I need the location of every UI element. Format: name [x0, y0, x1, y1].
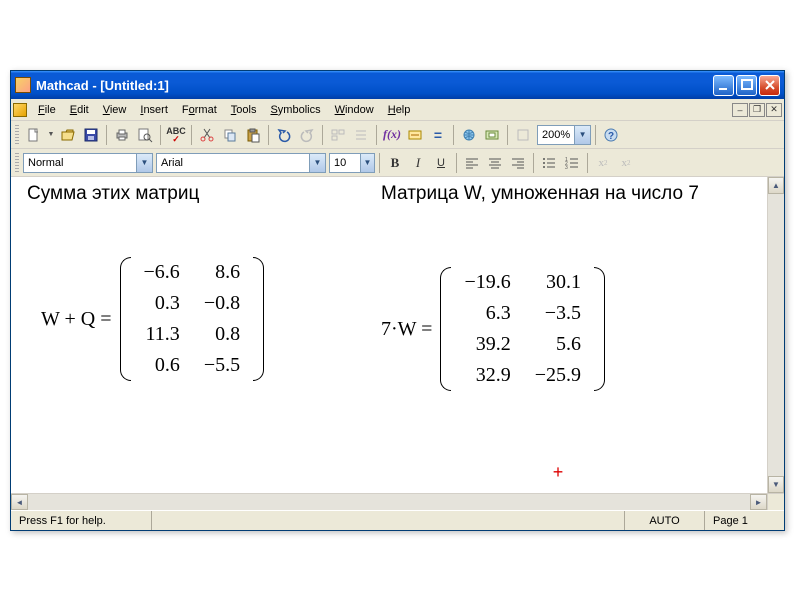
svg-text:3: 3 — [565, 165, 568, 171]
left-paren-icon — [438, 267, 452, 391]
scroll-track[interactable] — [768, 194, 784, 476]
cut-button[interactable] — [196, 124, 218, 146]
toolbar-grip[interactable] — [15, 125, 19, 145]
zoom-combo[interactable]: 200% ▼ — [537, 125, 591, 145]
menu-file[interactable]: File — [31, 102, 63, 118]
lhs-wplusq: W + Q = — [41, 308, 118, 331]
align-right-button[interactable] — [507, 152, 529, 174]
size-combo[interactable]: 10 ▼ — [329, 153, 375, 173]
menu-view[interactable]: View — [96, 102, 134, 118]
chevron-down-icon[interactable]: ▼ — [309, 154, 325, 172]
paste-button[interactable] — [242, 124, 264, 146]
italic-button[interactable]: I — [407, 152, 429, 174]
chevron-down-icon[interactable]: ▼ — [136, 154, 152, 172]
equation-wplusq[interactable]: W + Q = −6.68.6 0.3−0.8 11.30.8 0.6−5.5 — [41, 257, 266, 381]
standard-toolbar: ▼ ABC✓ f(x) = 200% ▼ ? — [11, 121, 784, 149]
format-toolbar: Normal ▼ Arial ▼ 10 ▼ B I U 123 x2 x2 — [11, 149, 784, 177]
bold-button[interactable]: B — [384, 152, 406, 174]
menu-bar: File Edit View Insert Format Tools Symbo… — [11, 99, 784, 121]
right-paren-icon — [252, 257, 266, 381]
window-title: Mathcad - [Untitled:1] — [36, 78, 169, 93]
menu-edit[interactable]: Edit — [63, 102, 96, 118]
insert-function-button[interactable]: f(x) — [381, 124, 403, 146]
menu-help[interactable]: Help — [381, 102, 418, 118]
redo-button[interactable] — [296, 124, 318, 146]
title-bar[interactable]: Mathcad - [Untitled:1] — [11, 71, 784, 99]
menu-format[interactable]: Format — [175, 102, 224, 118]
superscript-button[interactable]: x2 — [592, 152, 614, 174]
underline-button[interactable]: U — [430, 152, 452, 174]
workspace: Сумма этих матриц Матрица W, умноженная … — [11, 177, 784, 493]
matrix-7w: −19.630.1 6.3−3.5 39.25.6 32.9−25.9 — [452, 267, 593, 391]
svg-text:?: ? — [608, 131, 614, 142]
document-area[interactable]: Сумма этих матриц Матрица W, умноженная … — [11, 177, 767, 493]
print-button[interactable] — [111, 124, 133, 146]
app-window: Mathcad - [Untitled:1] File Edit View In… — [10, 70, 785, 531]
menu-insert[interactable]: Insert — [133, 102, 175, 118]
maximize-button[interactable] — [736, 75, 757, 96]
new-button[interactable] — [23, 124, 45, 146]
scroll-right-button[interactable]: ► — [750, 494, 767, 510]
right-paren-icon — [593, 267, 607, 391]
scroll-corner — [767, 494, 784, 510]
insert-unit-button[interactable] — [404, 124, 426, 146]
chevron-down-icon[interactable]: ▼ — [574, 126, 590, 144]
print-preview-button[interactable] — [134, 124, 156, 146]
minimize-button[interactable] — [713, 75, 734, 96]
align-center-button[interactable] — [484, 152, 506, 174]
zoom-value: 200% — [538, 129, 574, 141]
close-button[interactable] — [759, 75, 780, 96]
scroll-track[interactable] — [28, 494, 750, 510]
help-button[interactable]: ? — [600, 124, 622, 146]
status-help: Press F1 for help. — [11, 511, 151, 530]
equation-7w[interactable]: 7·W = −19.630.1 6.3−3.5 39.25.6 32.9−25.… — [381, 267, 607, 391]
left-paren-icon — [118, 257, 132, 381]
insert-component-button[interactable] — [481, 124, 503, 146]
toolbar-grip[interactable] — [15, 153, 19, 173]
style-value: Normal — [24, 157, 136, 169]
font-combo[interactable]: Arial ▼ — [156, 153, 326, 173]
menu-symbolics[interactable]: Symbolics — [263, 102, 327, 118]
scroll-up-button[interactable]: ▲ — [768, 177, 784, 194]
numbering-button[interactable]: 123 — [561, 152, 583, 174]
vertical-scrollbar[interactable]: ▲ ▼ — [767, 177, 784, 493]
mdi-close-button[interactable]: ✕ — [766, 103, 782, 117]
scroll-down-button[interactable]: ▼ — [768, 476, 784, 493]
mdi-restore-button[interactable]: ❐ — [749, 103, 765, 117]
component-wizard-button[interactable] — [512, 124, 534, 146]
copy-button[interactable] — [219, 124, 241, 146]
status-bar: Press F1 for help. AUTO Page 1 — [11, 510, 784, 530]
chevron-down-icon[interactable]: ▼ — [360, 154, 374, 172]
align-regions-button[interactable] — [327, 124, 349, 146]
horizontal-scrollbar[interactable]: ◄ ► — [11, 493, 784, 510]
undo-button[interactable] — [273, 124, 295, 146]
style-combo[interactable]: Normal ▼ — [23, 153, 153, 173]
scroll-left-button[interactable]: ◄ — [11, 494, 28, 510]
status-spacer — [151, 511, 624, 530]
heading-scalar: Матрица W, умноженная на число 7 — [381, 183, 751, 205]
menu-tools[interactable]: Tools — [224, 102, 264, 118]
size-value: 10 — [330, 157, 360, 169]
mdi-minimize-button[interactable]: – — [732, 103, 748, 117]
lhs-7w: 7·W = — [381, 318, 438, 341]
save-button[interactable] — [80, 124, 102, 146]
open-button[interactable] — [57, 124, 79, 146]
font-value: Arial — [157, 157, 309, 169]
crosshair-cursor-icon: + — [551, 465, 565, 479]
document-icon[interactable] — [13, 103, 27, 117]
menu-window[interactable]: Window — [328, 102, 381, 118]
new-dropdown-icon[interactable]: ▼ — [46, 124, 56, 146]
spellcheck-button[interactable]: ABC✓ — [165, 124, 187, 146]
insert-hyperlink-button[interactable] — [458, 124, 480, 146]
status-page: Page 1 — [704, 511, 784, 530]
bullets-button[interactable] — [538, 152, 560, 174]
status-auto: AUTO — [624, 511, 704, 530]
subscript-button[interactable]: x2 — [615, 152, 637, 174]
app-icon — [15, 77, 31, 93]
separate-regions-button[interactable] — [350, 124, 372, 146]
align-left-button[interactable] — [461, 152, 483, 174]
heading-sum: Сумма этих матриц — [27, 183, 199, 205]
calculate-button[interactable]: = — [427, 124, 449, 146]
matrix-wplusq: −6.68.6 0.3−0.8 11.30.8 0.6−5.5 — [132, 257, 253, 381]
